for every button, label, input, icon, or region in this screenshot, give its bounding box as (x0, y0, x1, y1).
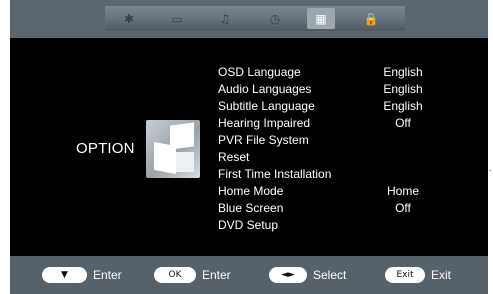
menu-item-label: Reset (218, 150, 250, 164)
menu-item-hearing-impaired[interactable]: Hearing Impaired Off (218, 115, 448, 132)
menu-item-reset[interactable]: Reset (218, 149, 448, 166)
left-right-arrows-key-icon: ◄► (269, 267, 307, 283)
hint-left-right-select: ◄► Select (269, 267, 346, 283)
menu-item-value: Off (395, 201, 411, 215)
menu-item-label: Blue Screen (218, 201, 284, 215)
hint-down-enter: ▼ Enter (42, 267, 122, 283)
clock-icon: ◷ (269, 11, 281, 26)
option-icon-tile-right (176, 152, 194, 172)
option-icon-tile-left (154, 142, 176, 174)
section-title: OPTION (76, 140, 135, 157)
hint-label: Enter (202, 268, 231, 282)
screen-frame: ✱ ▭ ♫ ◷ ▦ 🔒 OPTION OSD Language English … (0, 0, 493, 294)
tab-time[interactable]: ◷ (261, 8, 289, 29)
menu-item-label: Subtitle Language (218, 99, 315, 113)
osd-menu: ✱ ▭ ♫ ◷ ▦ 🔒 OPTION OSD Language English … (10, 0, 488, 294)
menu-item-dvd-setup[interactable]: DVD Setup (218, 217, 448, 234)
option-grid-icon: ▦ (315, 11, 327, 26)
tab-sound[interactable]: ♫ (211, 8, 239, 29)
menu-item-osd-language[interactable]: OSD Language English (218, 64, 448, 81)
menu-item-subtitle-language[interactable]: Subtitle Language English (218, 98, 448, 115)
menu-item-label: Home Mode (218, 184, 284, 198)
menu-item-label: Hearing Impaired (218, 116, 311, 130)
monitor-icon: ▭ (171, 11, 183, 26)
hint-exit: Exit Exit (385, 267, 451, 283)
menu-content: OPTION OSD Language English Audio Langua… (10, 38, 488, 256)
option-menu-list: OSD Language English Audio Languages Eng… (218, 64, 448, 234)
menu-item-value: English (383, 99, 423, 113)
menu-item-value: Home (386, 184, 419, 198)
menu-item-label: PVR File System (218, 133, 309, 147)
hint-ok-enter: OK Enter (154, 267, 231, 283)
menu-item-label: OSD Language (218, 65, 301, 79)
ok-key-icon: OK (154, 267, 196, 283)
exit-key-icon: Exit (385, 267, 425, 283)
tab-lock[interactable]: 🔒 (357, 8, 385, 29)
tab-display[interactable]: ▭ (163, 8, 191, 29)
menu-item-label: Audio Languages (218, 82, 312, 96)
music-note-icon: ♫ (219, 11, 231, 26)
hint-label: Enter (93, 268, 122, 282)
down-arrow-key-icon: ▼ (42, 267, 87, 283)
menu-item-label: DVD Setup (218, 218, 279, 232)
menu-item-blue-screen[interactable]: Blue Screen Off (218, 200, 448, 217)
menu-item-first-time-installation[interactable]: First Time Installation (218, 166, 448, 183)
menu-item-value: Off (395, 116, 411, 130)
margin-mark: . (489, 163, 492, 174)
lock-icon: 🔒 (363, 11, 379, 26)
menu-item-value: English (383, 82, 423, 96)
menu-item-home-mode[interactable]: Home Mode Home (218, 183, 448, 200)
tab-option[interactable]: ▦ (307, 8, 335, 29)
tab-strip: ✱ ▭ ♫ ◷ ▦ 🔒 (105, 6, 405, 31)
menu-item-pvr-file-system[interactable]: PVR File System (218, 132, 448, 149)
hint-label: Exit (431, 268, 452, 282)
picture-gear-icon: ✱ (123, 11, 135, 26)
tab-picture[interactable]: ✱ (115, 8, 143, 29)
bottom-hint-bar: ▼ Enter OK Enter ◄► Select Exit Exit (10, 256, 488, 294)
top-tab-bar: ✱ ▭ ♫ ◷ ▦ 🔒 (10, 0, 488, 38)
menu-item-audio-languages[interactable]: Audio Languages English (218, 81, 448, 98)
menu-item-value: English (383, 65, 423, 79)
hint-label: Select (313, 268, 347, 282)
menu-item-label: First Time Installation (218, 167, 332, 181)
option-section-icon (146, 120, 200, 178)
